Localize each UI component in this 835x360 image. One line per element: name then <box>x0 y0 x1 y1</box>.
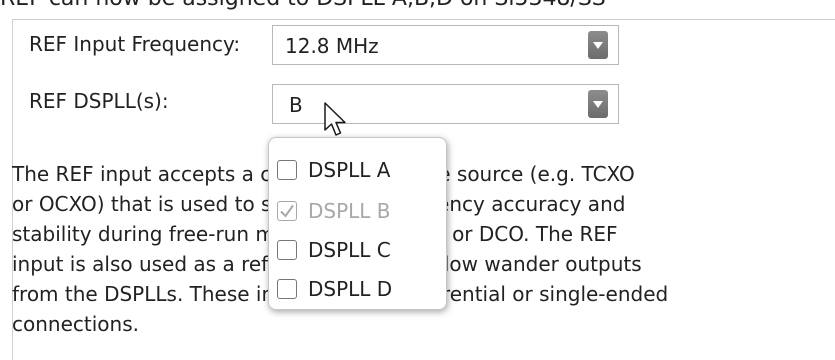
ref-dspll-label: REF DSPLL(s): <box>29 89 169 113</box>
dspll-option-c[interactable]: DSPLL C <box>277 234 442 266</box>
dspll-dropdown-menu: DSPLL A DSPLL B DSPLL C DSPLL D <box>268 137 447 310</box>
dspll-option-b[interactable]: DSPLL B <box>277 195 442 227</box>
dspll-option-label: DSPLL C <box>308 238 391 262</box>
dspll-c-checkbox[interactable] <box>277 240 297 260</box>
ref-dspll-value: B <box>289 93 303 117</box>
ref-input-frequency-value: 12.8 MHz <box>285 34 379 58</box>
ref-input-frequency-select[interactable]: 12.8 MHz <box>272 25 619 65</box>
mouse-pointer-icon <box>324 102 346 136</box>
page-caption: REF can now be assigned to DSPLL A,B,D o… <box>0 0 606 11</box>
description-line: connections. <box>12 312 139 336</box>
dspll-option-a[interactable]: DSPLL A <box>277 154 442 186</box>
chevron-down-icon[interactable] <box>588 31 608 59</box>
dspll-option-d[interactable]: DSPLL D <box>277 273 442 305</box>
check-icon <box>280 204 294 218</box>
dspll-d-checkbox[interactable] <box>277 279 297 299</box>
dspll-option-label: DSPLL B <box>308 199 391 223</box>
chevron-down-icon[interactable] <box>588 90 608 118</box>
ref-input-frequency-label: REF Input Frequency: <box>29 32 241 56</box>
dspll-option-label: DSPLL D <box>308 277 393 301</box>
dspll-option-label: DSPLL A <box>308 158 391 182</box>
dspll-a-checkbox[interactable] <box>277 160 297 180</box>
dspll-b-checkbox[interactable] <box>277 201 297 221</box>
